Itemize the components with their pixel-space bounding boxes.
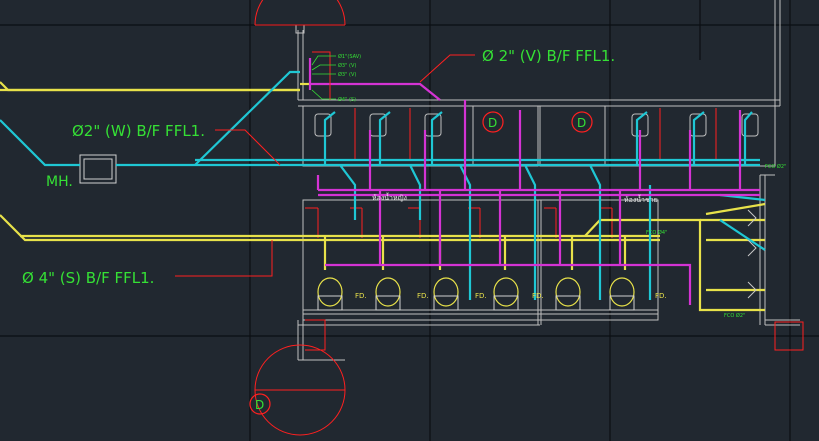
floor-drain-label: FD. <box>475 292 487 300</box>
riser-note-1: Ø1"(SAV) <box>338 53 361 60</box>
plumbing-plan-drawing: D D D Ø 2" (V) B/F FFL1. Ø2" (W) B/F FFL… <box>0 0 819 441</box>
floor-drain-label: FD. <box>655 292 667 300</box>
fco-label-bottom: FCO Ø2" <box>724 312 745 319</box>
drain-label-bottom: D <box>255 398 264 412</box>
drain-label-left: D <box>488 116 497 130</box>
fco-label-top: FCO Ø2" <box>765 163 786 170</box>
waste-pipe-label: Ø2" (W) B/F FFL1. <box>72 122 205 140</box>
right-cleanout-fittings <box>747 209 757 299</box>
floor-drain-label: FD. <box>355 292 367 300</box>
riser-note-leaders <box>311 55 336 100</box>
floor-drain-label: FD. <box>417 292 429 300</box>
building-walls <box>79 0 800 361</box>
riser-note-4: Ø4" (S) <box>338 96 356 103</box>
room-label-left: ห้องน้ำหญิง <box>372 191 407 202</box>
riser-note-2: Ø3" (V) <box>338 62 356 69</box>
fco-label-mid: FCO Ø4" <box>646 229 667 236</box>
manhole-label: MH. <box>46 174 73 190</box>
vent-pipe-label: Ø 2" (V) B/F FFL1. <box>482 47 615 65</box>
floor-drain-label: FD. <box>532 292 544 300</box>
drain-label-right: D <box>577 116 586 130</box>
soil-pipe-label: Ø 4" (S) B/F FFL1. <box>22 269 154 287</box>
riser-note-3: Ø3" (V) <box>338 71 356 78</box>
